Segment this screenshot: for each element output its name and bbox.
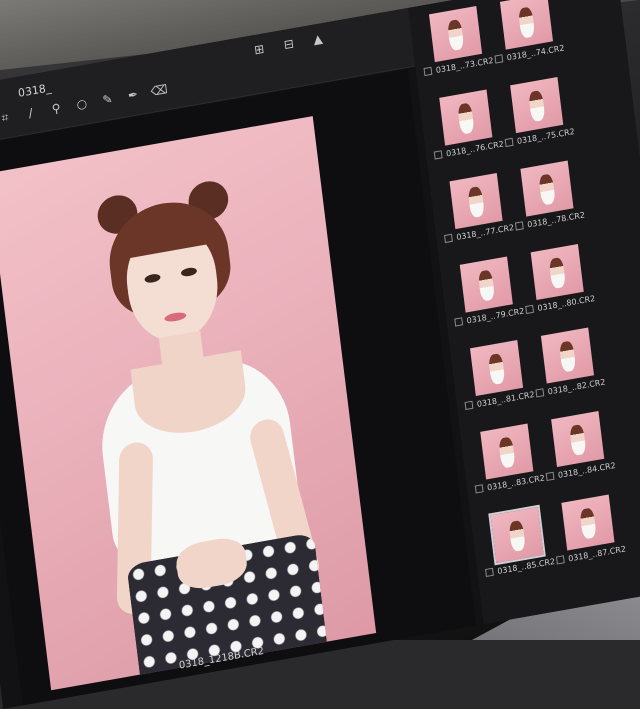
select-checkbox[interactable]	[555, 555, 565, 565]
filmstrip-item[interactable]: 0318_..77.CR2	[443, 168, 514, 256]
select-checkbox[interactable]	[504, 137, 514, 148]
select-checkbox[interactable]	[474, 484, 484, 494]
select-checkbox[interactable]	[433, 150, 443, 160]
pen-icon[interactable]: ✒	[124, 86, 142, 105]
thumbnail-image[interactable]	[488, 504, 546, 566]
thumbnail-figure	[498, 436, 516, 469]
filmstrip-item[interactable]: 0318_..78.CR2	[514, 155, 585, 243]
thumbnail-figure	[558, 340, 577, 373]
filmstrip-item[interactable]: 0318_..85.CR2	[484, 502, 555, 590]
image-viewer: 0318_1218B.CR2	[0, 68, 476, 706]
filmstrip-item[interactable]: 0318_..82.CR2	[535, 322, 606, 410]
thumbnail-image[interactable]	[469, 340, 524, 397]
filmstrip-item[interactable]: 0318_..73.CR2	[423, 1, 494, 89]
thumbnail-figure	[467, 185, 485, 219]
thumbnail-figure	[457, 102, 475, 135]
filmstrip-item[interactable]: 0318_..84.CR2	[545, 406, 616, 494]
select-checkbox[interactable]	[494, 54, 504, 64]
levels-icon[interactable]: ▲	[313, 31, 324, 47]
thumbnail-figure	[508, 519, 526, 553]
thumbnail-figure	[517, 6, 536, 39]
select-checkbox[interactable]	[545, 471, 555, 482]
filmstrip-item[interactable]: 0318_..81.CR2	[464, 335, 535, 423]
thumbnail-figure	[528, 89, 546, 123]
thumbnail-figure	[477, 269, 496, 302]
eraser-icon[interactable]: ⌫	[150, 81, 168, 100]
filmstrip-item[interactable]: 0318_..79.CR2	[453, 251, 525, 339]
select-checkbox[interactable]	[464, 400, 474, 411]
filmstrip-item[interactable]: 0318_..76.CR2	[433, 84, 504, 172]
thumbnail-figure	[548, 256, 567, 290]
thumbnail-image[interactable]	[459, 256, 513, 313]
thumbnail-figure	[487, 352, 506, 386]
eyedropper-icon[interactable]: ⚲	[47, 99, 65, 118]
thumbnail-figure	[538, 173, 556, 206]
thumbnail-image[interactable]	[561, 494, 615, 551]
filmstrip-item[interactable]: 0318_..80.CR2	[524, 239, 596, 327]
thumbnail-image[interactable]	[439, 89, 493, 146]
filmstrip-item[interactable]: 0318_..87.CR2	[555, 489, 626, 577]
select-checkbox[interactable]	[444, 233, 453, 244]
select-checkbox[interactable]	[485, 567, 494, 578]
thumbnail-image[interactable]	[499, 0, 554, 50]
crop-icon[interactable]: ⌗	[0, 108, 14, 127]
circle-icon[interactable]: ○	[73, 95, 91, 114]
filmstrip-item[interactable]: 0318_..83.CR2	[474, 418, 545, 506]
select-checkbox[interactable]	[423, 66, 433, 77]
main-photo[interactable]	[0, 116, 377, 691]
thumbnail-image[interactable]	[551, 410, 605, 468]
thumbnail-figure	[579, 507, 597, 540]
thumbnail-image[interactable]	[530, 244, 584, 301]
brush-icon[interactable]: ✎	[99, 90, 117, 109]
thumbnail-image[interactable]	[510, 77, 564, 134]
filmstrip-item[interactable]: 0318_..74.CR2	[493, 0, 565, 76]
thumbnail-image[interactable]	[449, 173, 503, 230]
thumbnail-figure	[569, 423, 587, 457]
straighten-icon[interactable]: ∕	[22, 104, 40, 123]
thumbnail-image[interactable]	[520, 160, 574, 217]
thumbnail-image[interactable]	[428, 6, 483, 63]
laptop-screen: 0318_ ✥ ⌗ ∕ ⚲ ○ ✎ ✒ ⌫ ⊞ ⊟ ▲ ⚙	[0, 0, 640, 709]
select-checkbox[interactable]	[514, 221, 524, 231]
window-filename: 0318_	[17, 81, 52, 100]
thumbnail-image[interactable]	[480, 423, 534, 480]
filmstrip-item[interactable]: 0318_..75.CR2	[504, 72, 575, 160]
select-checkbox[interactable]	[525, 304, 535, 315]
grid-icon[interactable]: ⊞	[253, 42, 265, 58]
select-checkbox[interactable]	[535, 388, 545, 398]
select-checkbox[interactable]	[454, 317, 464, 327]
thumbnail-figure	[446, 18, 465, 52]
thumbnail-image[interactable]	[540, 327, 595, 384]
compare-icon[interactable]: ⊟	[283, 36, 295, 52]
